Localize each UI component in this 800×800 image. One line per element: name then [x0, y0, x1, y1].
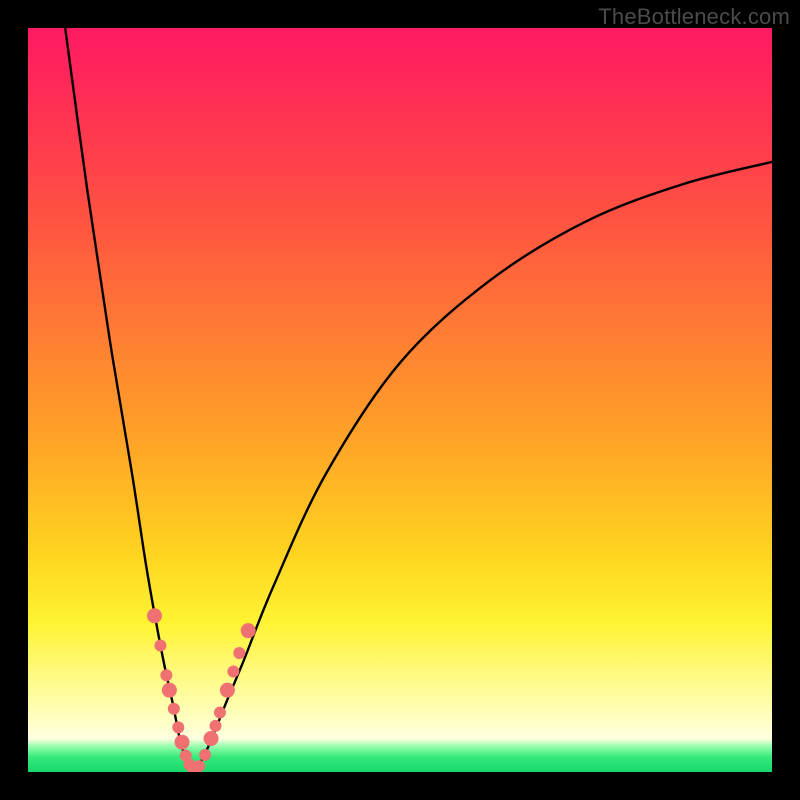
- marker-point: [175, 735, 190, 750]
- curve-right-branch: [192, 162, 772, 772]
- plot-area: [28, 28, 772, 772]
- marker-point: [227, 666, 239, 678]
- marker-point: [204, 731, 219, 746]
- marker-point: [241, 623, 256, 638]
- watermark-text: TheBottleneck.com: [598, 4, 790, 30]
- outer-frame: TheBottleneck.com: [0, 0, 800, 800]
- marker-point: [147, 608, 162, 623]
- marker-point: [168, 703, 180, 715]
- marker-point: [220, 683, 235, 698]
- curve-left-branch: [65, 28, 191, 772]
- marker-point: [172, 721, 184, 733]
- marker-point: [199, 749, 211, 761]
- marker-point: [214, 706, 226, 718]
- marker-point: [193, 760, 205, 772]
- marker-point: [233, 647, 245, 659]
- marker-point: [160, 669, 172, 681]
- marker-point: [209, 720, 221, 732]
- marker-layer: [147, 608, 256, 772]
- marker-point: [162, 683, 177, 698]
- marker-point: [154, 640, 166, 652]
- curve-layer: [65, 28, 772, 772]
- chart-svg: [28, 28, 772, 772]
